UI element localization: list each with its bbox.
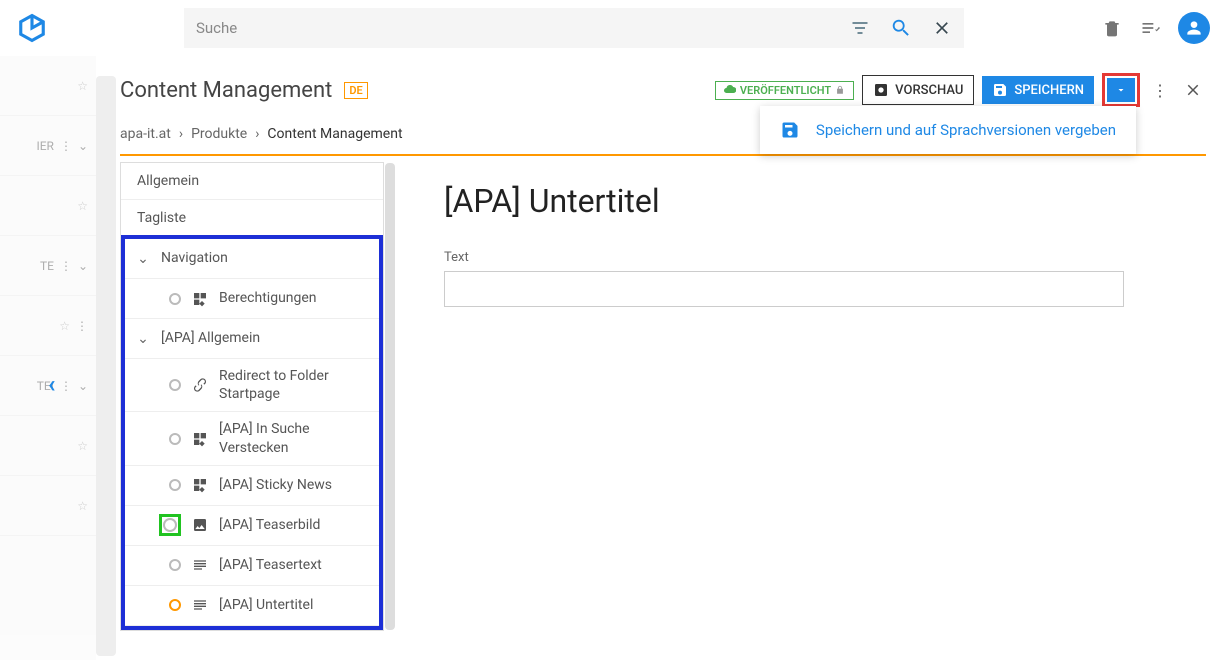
tree-label: [APA] Untertitel (219, 596, 369, 614)
tree-item-berechtigungen[interactable]: Berechtigungen (125, 279, 379, 319)
tree-dot (169, 433, 181, 445)
tree-item-teasertext[interactable]: [APA] Teasertext (125, 546, 379, 586)
highlight-save-dropdown (1102, 73, 1140, 107)
more-icon[interactable]: ⋮ (76, 319, 88, 333)
tree-dot (169, 559, 181, 571)
tree-label: Berechtigungen (219, 289, 369, 307)
text-field[interactable] (444, 271, 1124, 307)
divider (120, 154, 1206, 156)
tree-label: [APA] Sticky News (219, 476, 369, 494)
image-icon (191, 516, 209, 534)
panel-item-tagliste[interactable]: Tagliste (121, 200, 383, 237)
tree-label: [APA] In Suche Verstecken (219, 420, 369, 456)
chevron-down-icon[interactable]: ⌄ (78, 259, 88, 273)
field-label-text: Text (444, 250, 1186, 265)
collapse-arrow-icon[interactable]: ‹ (48, 370, 56, 398)
tree-label: [APA] Teasertext (219, 556, 369, 574)
filter-icon[interactable] (850, 18, 870, 38)
highlight-tree-dot (159, 514, 181, 536)
tree-item-sticky[interactable]: [APA] Sticky News (125, 466, 379, 506)
star-icon: ☆ (77, 499, 88, 513)
rail-label: TE (40, 259, 54, 273)
checklist-icon[interactable] (1140, 18, 1160, 38)
star-icon: ☆ (77, 199, 88, 213)
search-input[interactable] (196, 19, 842, 37)
star-icon: ☆ (77, 79, 88, 93)
editor-heading: [APA] Untertitel (444, 182, 1186, 220)
topbar (0, 0, 1226, 56)
left-rail: ☆ IER⋮⌄ ☆ TE⋮⌄ ☆⋮ TEI⋮⌄ ☆ ☆ (0, 56, 96, 660)
tree-item-teaserbild[interactable]: [APA] Teaserbild (125, 506, 379, 546)
scrollbar[interactable] (385, 163, 395, 630)
close-icon[interactable] (1180, 77, 1206, 103)
link-icon (191, 376, 209, 394)
app-logo[interactable] (16, 12, 48, 44)
page-header: Content Management DE VERÖFFENTLICHT VOR… (120, 70, 1226, 110)
tree-group-navigation[interactable]: ⌄ Navigation (125, 239, 379, 279)
more-icon[interactable]: ⋮ (60, 379, 72, 393)
preview-label: VORSCHAU (895, 83, 963, 98)
status-text: VERÖFFENTLICHT (740, 84, 831, 97)
text-icon (191, 596, 209, 614)
tree-group-apa-allgemein[interactable]: ⌄ [APA] Allgemein (125, 319, 379, 359)
main-area: Content Management DE VERÖFFENTLICHT VOR… (120, 70, 1226, 660)
chevron-down-icon[interactable]: ⌄ (78, 379, 88, 393)
widgets-icon (191, 290, 209, 308)
tree-item-suche-verstecken[interactable]: [APA] In Suche Verstecken (125, 412, 379, 465)
tree-highlight: ⌄ Navigation Berechtigungen ⌄ [APA] Allg… (121, 235, 383, 630)
more-icon[interactable]: ⋮ (1148, 77, 1172, 104)
status-badge: VERÖFFENTLICHT (715, 81, 854, 100)
chevron-down-icon[interactable]: ⌄ (78, 139, 88, 153)
page-title: Content Management (120, 78, 332, 103)
search-bar (184, 8, 964, 48)
tree-item-untertitel[interactable]: [APA] Untertitel (125, 586, 379, 626)
lang-badge: DE (344, 82, 367, 99)
delete-icon[interactable] (1102, 18, 1122, 38)
preview-button[interactable]: VORSCHAU (862, 75, 974, 105)
tree-label: [APA] Allgemein (161, 329, 369, 347)
tree-dot-active (169, 599, 181, 611)
save-dropdown-panel: Speichern und auf Sprachversionen vergeb… (760, 106, 1136, 154)
divider-track[interactable] (96, 76, 116, 656)
save-langs-link[interactable]: Speichern und auf Sprachversionen vergeb… (816, 121, 1116, 139)
breadcrumb-item[interactable]: Produkte (191, 126, 247, 142)
breadcrumb-current: Content Management (267, 126, 402, 142)
star-icon: ☆ (59, 319, 70, 333)
chevron-down-icon[interactable]: ⌄ (135, 251, 151, 267)
tree-label: Redirect to Folder Startpage (219, 367, 369, 403)
save-icon (780, 120, 800, 140)
search-icon[interactable] (890, 17, 912, 39)
tree-label: [APA] Teaserbild (219, 516, 369, 534)
text-icon (191, 556, 209, 574)
rail-label: IER (36, 139, 53, 153)
save-button[interactable]: SPEICHERN (982, 76, 1094, 104)
chevron-right-icon: › (255, 126, 259, 142)
tree-dot (169, 293, 181, 305)
panel-item-allgemein[interactable]: Allgemein (121, 163, 383, 200)
avatar[interactable] (1178, 12, 1210, 44)
save-dropdown-button[interactable] (1107, 78, 1135, 102)
chevron-right-icon: › (179, 126, 183, 142)
widgets-icon (191, 430, 209, 448)
editor-pane: [APA] Untertitel Text (384, 162, 1226, 631)
star-icon: ☆ (77, 439, 88, 453)
save-label: SPEICHERN (1014, 83, 1084, 98)
close-icon[interactable] (932, 18, 952, 38)
breadcrumb-item[interactable]: apa-it.at (120, 126, 171, 142)
more-icon[interactable]: ⋮ (60, 259, 72, 273)
widgets-icon (191, 476, 209, 494)
side-panel: Allgemein Tagliste ⌄ Navigation Berechti… (120, 162, 384, 631)
more-icon[interactable]: ⋮ (60, 139, 72, 153)
tree-dot (169, 379, 181, 391)
tree-label: Navigation (161, 249, 369, 267)
chevron-down-icon[interactable]: ⌄ (135, 331, 151, 347)
tree-dot (169, 479, 181, 491)
tree-item-redirect[interactable]: Redirect to Folder Startpage (125, 359, 379, 412)
